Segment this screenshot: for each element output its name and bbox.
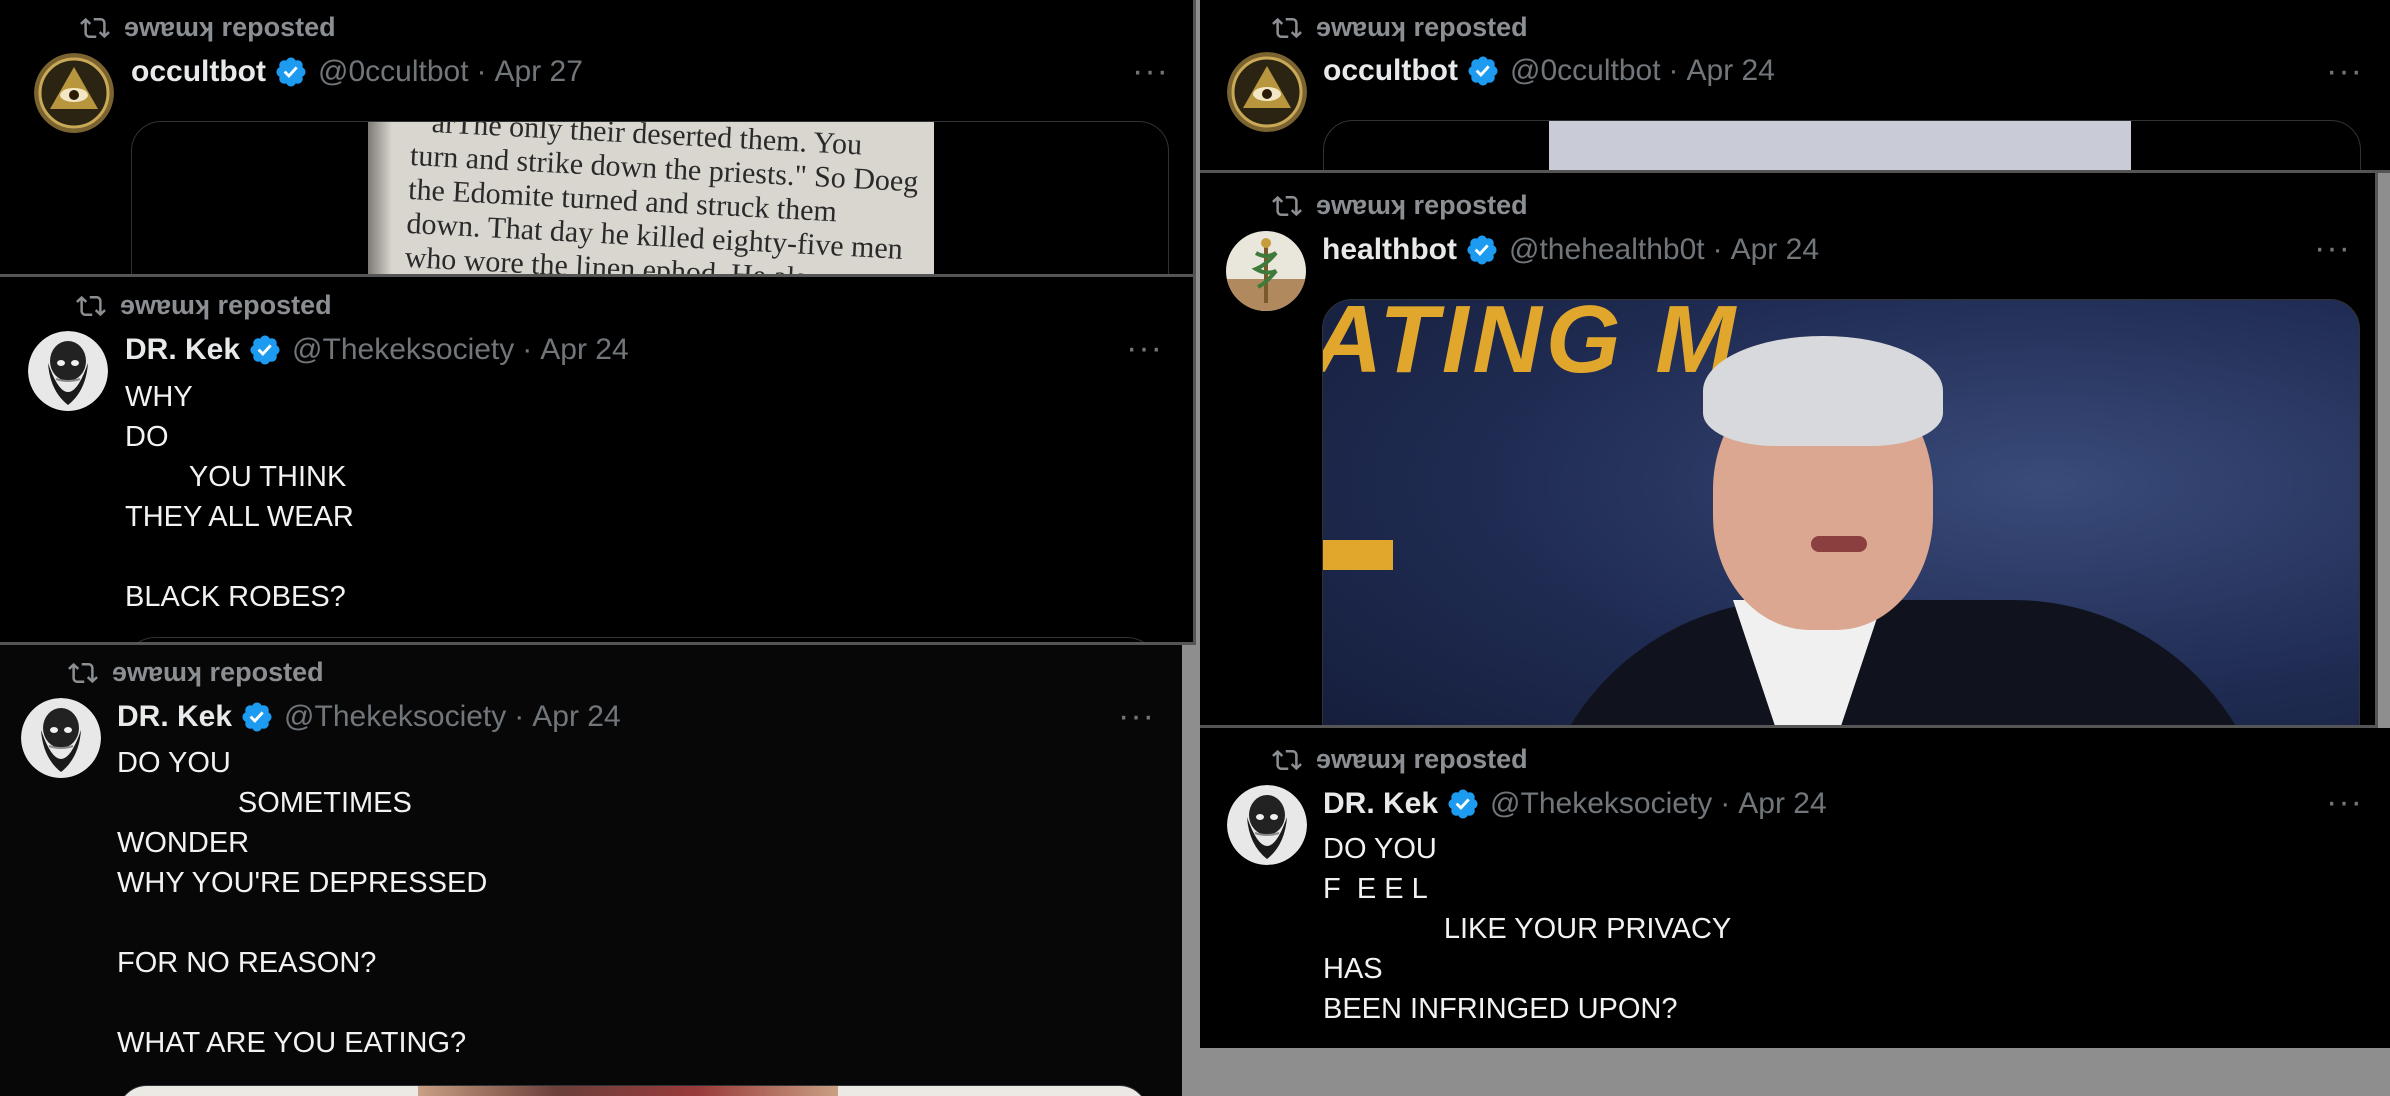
- separator-dot: ·: [522, 333, 533, 366]
- repost-line: ɘwɐɯʞ reposted: [1272, 12, 1528, 43]
- separator-dot: ·: [1720, 787, 1731, 820]
- repost-label: ɘwɐɯʞ reposted: [112, 657, 324, 687]
- post-date[interactable]: Apr 24: [1687, 54, 1775, 88]
- repost-icon: [1272, 191, 1302, 221]
- repost-icon: [1272, 13, 1302, 43]
- avatar[interactable]: [1226, 231, 1306, 311]
- author-name[interactable]: DR. Kek: [117, 700, 232, 734]
- author-name[interactable]: occultbot: [1323, 54, 1458, 88]
- verified-icon: [248, 333, 282, 367]
- post-date[interactable]: Apr 24: [540, 333, 628, 367]
- author-handle[interactable]: @Thekeksociety: [292, 333, 514, 367]
- more-options-button[interactable]: ···: [2326, 54, 2363, 88]
- more-options-button[interactable]: ···: [1126, 331, 1163, 365]
- author-handle[interactable]: @thehealthb0t: [1509, 233, 1705, 267]
- repost-label: ɘwɐɯʞ reposted: [120, 290, 332, 320]
- post-date[interactable]: Apr 24: [1731, 233, 1819, 267]
- post-date[interactable]: Apr 24: [532, 700, 620, 734]
- separator-dot: ·: [476, 55, 487, 88]
- tweet-header: healthbot @thehealthb0t · Apr 24: [1322, 233, 1819, 267]
- bearded-man-icon: [21, 698, 101, 778]
- separator-dot: ·: [1712, 233, 1723, 266]
- repost-label: ɘwɐɯʞ reposted: [1316, 744, 1528, 774]
- repost-icon: [80, 13, 110, 43]
- tweet-header: DR. Kek @Thekeksociety · Apr 24: [1323, 787, 1827, 821]
- verified-icon: [1466, 54, 1500, 88]
- repost-label: ɘwɐɯʞ reposted: [124, 12, 336, 42]
- avatar[interactable]: [1227, 785, 1307, 865]
- author-handle[interactable]: @Thekeksociety: [1490, 787, 1712, 821]
- separator-dot: ·: [1668, 54, 1679, 87]
- author-name[interactable]: occultbot: [131, 55, 266, 89]
- repost-line: ɘwɐɯʞ reposted: [1272, 744, 1528, 775]
- verified-icon: [274, 55, 308, 89]
- author-name[interactable]: DR. Kek: [1323, 787, 1438, 821]
- repost-line: ɘwɐɯʞ reposted: [1272, 190, 1528, 221]
- media-image[interactable]: [1323, 120, 2361, 170]
- tweet-header: DR. Kek @Thekeksociety · Apr 24: [125, 333, 629, 367]
- tweet-card-drkek-depressed[interactable]: ɘwɐɯʞ reposted DR. Kek @Thekeksociety · …: [0, 645, 1182, 1096]
- avatar[interactable]: [34, 53, 114, 133]
- verified-icon: [1446, 787, 1480, 821]
- video-player[interactable]: ATING M: [1322, 299, 2360, 725]
- repost-line: ɘwɐɯʞ reposted: [76, 290, 332, 321]
- post-date[interactable]: Apr 24: [1738, 787, 1826, 821]
- more-options-button[interactable]: ···: [2326, 785, 2363, 819]
- bearded-man-icon: [28, 331, 108, 411]
- media-image[interactable]: arThe only their deserted them. You turn…: [131, 121, 1169, 274]
- more-options-button[interactable]: ···: [1132, 54, 1169, 88]
- eye-pyramid-icon: [1227, 52, 1307, 132]
- repost-icon: [1272, 745, 1302, 775]
- avatar[interactable]: [21, 698, 101, 778]
- tweet-card-drkek-privacy[interactable]: ɘwɐɯʞ reposted DR. Kek @Thekeksociety · …: [1200, 728, 2390, 1048]
- verified-icon: [240, 700, 274, 734]
- repost-line: ɘwɐɯʞ reposted: [68, 657, 324, 688]
- repost-icon: [68, 658, 98, 688]
- tweet-text: DO YOU F E E L LIKE YOUR PRIVACY HAS BEE…: [1323, 833, 1732, 1025]
- avatar[interactable]: [28, 331, 108, 411]
- bearded-man-icon: [1227, 785, 1307, 865]
- book-page-image: arThe only their deserted them. You turn…: [368, 122, 934, 274]
- video-overlay-text: ATING M: [1322, 299, 1740, 393]
- tweet-text: WHY DO YOU THINK THEY ALL WEAR BLACK ROB…: [125, 381, 354, 613]
- tweet-text: DO YOU SOMETIMES WONDER WHY YOU'RE DEPRE…: [117, 747, 488, 1059]
- more-options-button[interactable]: ···: [2314, 231, 2351, 265]
- tweet-card-occultbot-apr24[interactable]: ɘwɐɯʞ reposted occultbot @0ccultbot · Ap…: [1200, 0, 2390, 173]
- post-date[interactable]: Apr 27: [495, 55, 583, 89]
- author-handle[interactable]: @0ccultbot: [1510, 54, 1661, 88]
- tweet-header: occultbot @0ccultbot · Apr 24: [1323, 54, 1775, 88]
- author-name[interactable]: healthbot: [1322, 233, 1457, 267]
- separator-dot: ·: [514, 700, 525, 733]
- repost-icon: [76, 291, 106, 321]
- tweet-header: occultbot @0ccultbot · Apr 27: [131, 55, 583, 89]
- repost-line: ɘwɐɯʞ reposted: [80, 12, 336, 43]
- more-options-button[interactable]: ···: [1118, 699, 1155, 733]
- image-preview: [1549, 121, 2131, 170]
- author-handle[interactable]: @0ccultbot: [318, 55, 469, 89]
- avatar[interactable]: [1227, 52, 1307, 132]
- speaker-hair: [1703, 336, 1943, 446]
- verified-icon: [1465, 233, 1499, 267]
- author-handle[interactable]: @Thekeksociety: [284, 700, 506, 734]
- speaker-suit: [1533, 600, 2273, 725]
- repost-label: ɘwɐɯʞ reposted: [1316, 12, 1528, 42]
- eye-pyramid-icon: [34, 53, 114, 133]
- tweet-card-healthbot[interactable]: ɘwɐɯʞ reposted healthbot @thehealthb0t ·…: [1200, 173, 2378, 728]
- tweet-card-occultbot-apr27[interactable]: ɘwɐɯʞ reposted occultbot @0ccultbot · Ap…: [0, 0, 1196, 277]
- author-name[interactable]: DR. Kek: [125, 333, 240, 367]
- media-image[interactable]: [125, 637, 1157, 642]
- tweet-header: DR. Kek @Thekeksociety · Apr 24: [117, 700, 621, 734]
- caduceus-icon: [1226, 231, 1306, 311]
- tweet-card-drkek-robes[interactable]: ɘwɐɯʞ reposted DR. Kek @Thekeksociety · …: [0, 277, 1196, 645]
- media-image[interactable]: [117, 1085, 1149, 1096]
- repost-label: ɘwɐɯʞ reposted: [1316, 190, 1528, 220]
